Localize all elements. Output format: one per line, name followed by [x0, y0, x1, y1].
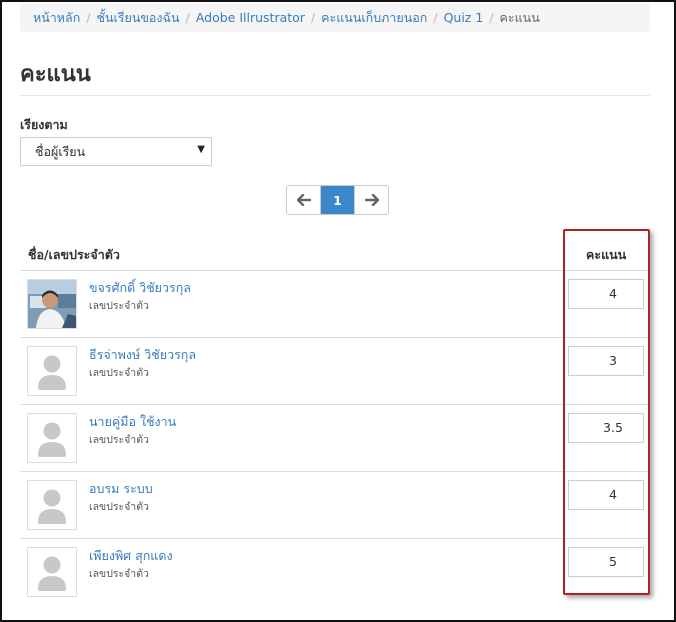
breadcrumb-separator: / [489, 10, 494, 25]
grades-table: ชื่อ/เลขประจำตัว คะแนน ขจรศักดิ์ วิชัยวร… [20, 233, 650, 606]
breadcrumb-separator: / [185, 10, 190, 25]
breadcrumb-home[interactable]: หน้าหลัก [33, 8, 80, 28]
student-id-label: เลขประจำตัว [89, 568, 149, 580]
student-name-link[interactable]: เพียงพิศ สุกแดง [89, 546, 173, 566]
table-row: เพียงพิศ สุกแดง เลขประจำตัว 5 [20, 539, 650, 606]
student-id-label: เลขประจำตัว [89, 300, 149, 312]
default-avatar-icon [27, 346, 77, 396]
breadcrumb-external-scores[interactable]: คะแนนเก็บภายนอก [321, 8, 427, 28]
arrow-right-icon [364, 194, 379, 206]
default-avatar-icon [27, 480, 77, 530]
student-id-label: เลขประจำตัว [89, 501, 149, 513]
default-avatar-icon [27, 413, 77, 463]
table-header: ชื่อ/เลขประจำตัว คะแนน [20, 233, 650, 271]
table-row: ธีรจ่าพงษ์ วิชัยวรกุล เลขประจำตัว 3 [20, 338, 650, 405]
table-row: ขจรศักดิ์ วิชัยวรกุล เลขประจำตัว 4 [20, 271, 650, 338]
pagination: 1 [286, 185, 389, 215]
column-header-score: คะแนน [586, 247, 627, 262]
student-id-label: เลขประจำตัว [89, 434, 149, 446]
breadcrumb-course[interactable]: Adobe Illrustrator [196, 10, 305, 25]
student-name-link[interactable]: ธีรจ่าพงษ์ วิชัยวรกุล [89, 345, 196, 365]
pagination-page-1[interactable]: 1 [320, 186, 354, 214]
sort-label: เรียงตาม [20, 117, 68, 132]
breadcrumb-separator: / [433, 10, 438, 25]
student-id-label: เลขประจำตัว [89, 367, 149, 379]
breadcrumb-separator: / [86, 10, 91, 25]
student-name-link[interactable]: นายคู่มือ ใช้งาน [89, 412, 176, 432]
student-name-link[interactable]: ขจรศักดิ์ วิชัยวรกุล [89, 278, 191, 298]
score-input[interactable]: 5 [568, 547, 644, 577]
score-input[interactable]: 4 [568, 279, 644, 309]
table-row: อบรม ระบบ เลขประจำตัว 4 [20, 472, 650, 539]
breadcrumb-separator: / [310, 10, 316, 25]
caret-down-icon: ▼ [197, 144, 205, 155]
page-title: คะแนน [20, 62, 91, 87]
score-input[interactable]: 4 [568, 480, 644, 510]
breadcrumb-current: คะแนน [499, 9, 540, 25]
score-input[interactable]: 3.5 [568, 413, 644, 443]
default-avatar-icon [27, 547, 77, 597]
breadcrumb-quiz[interactable]: Quiz 1 [444, 10, 484, 25]
student-name-link[interactable]: อบรม ระบบ [89, 479, 153, 499]
avatar-photo [27, 279, 77, 329]
title-divider [20, 95, 650, 96]
column-header-name: ชื่อ/เลขประจำตัว [28, 247, 120, 262]
breadcrumb-my-courses[interactable]: ชั้นเรียนของฉัน [97, 8, 180, 28]
pagination-next-button[interactable] [354, 186, 388, 214]
score-input[interactable]: 3 [568, 346, 644, 376]
sort-select-value: ชื่อผู้เรียน [35, 143, 86, 159]
sort-select[interactable]: ชื่อผู้เรียน ▼ [20, 137, 212, 166]
arrow-left-icon [296, 194, 311, 206]
pagination-prev-button[interactable] [287, 186, 320, 214]
breadcrumb: หน้าหลัก / ชั้นเรียนของฉัน / Adobe Illru… [20, 3, 650, 32]
table-row: นายคู่มือ ใช้งาน เลขประจำตัว 3.5 [20, 405, 650, 472]
